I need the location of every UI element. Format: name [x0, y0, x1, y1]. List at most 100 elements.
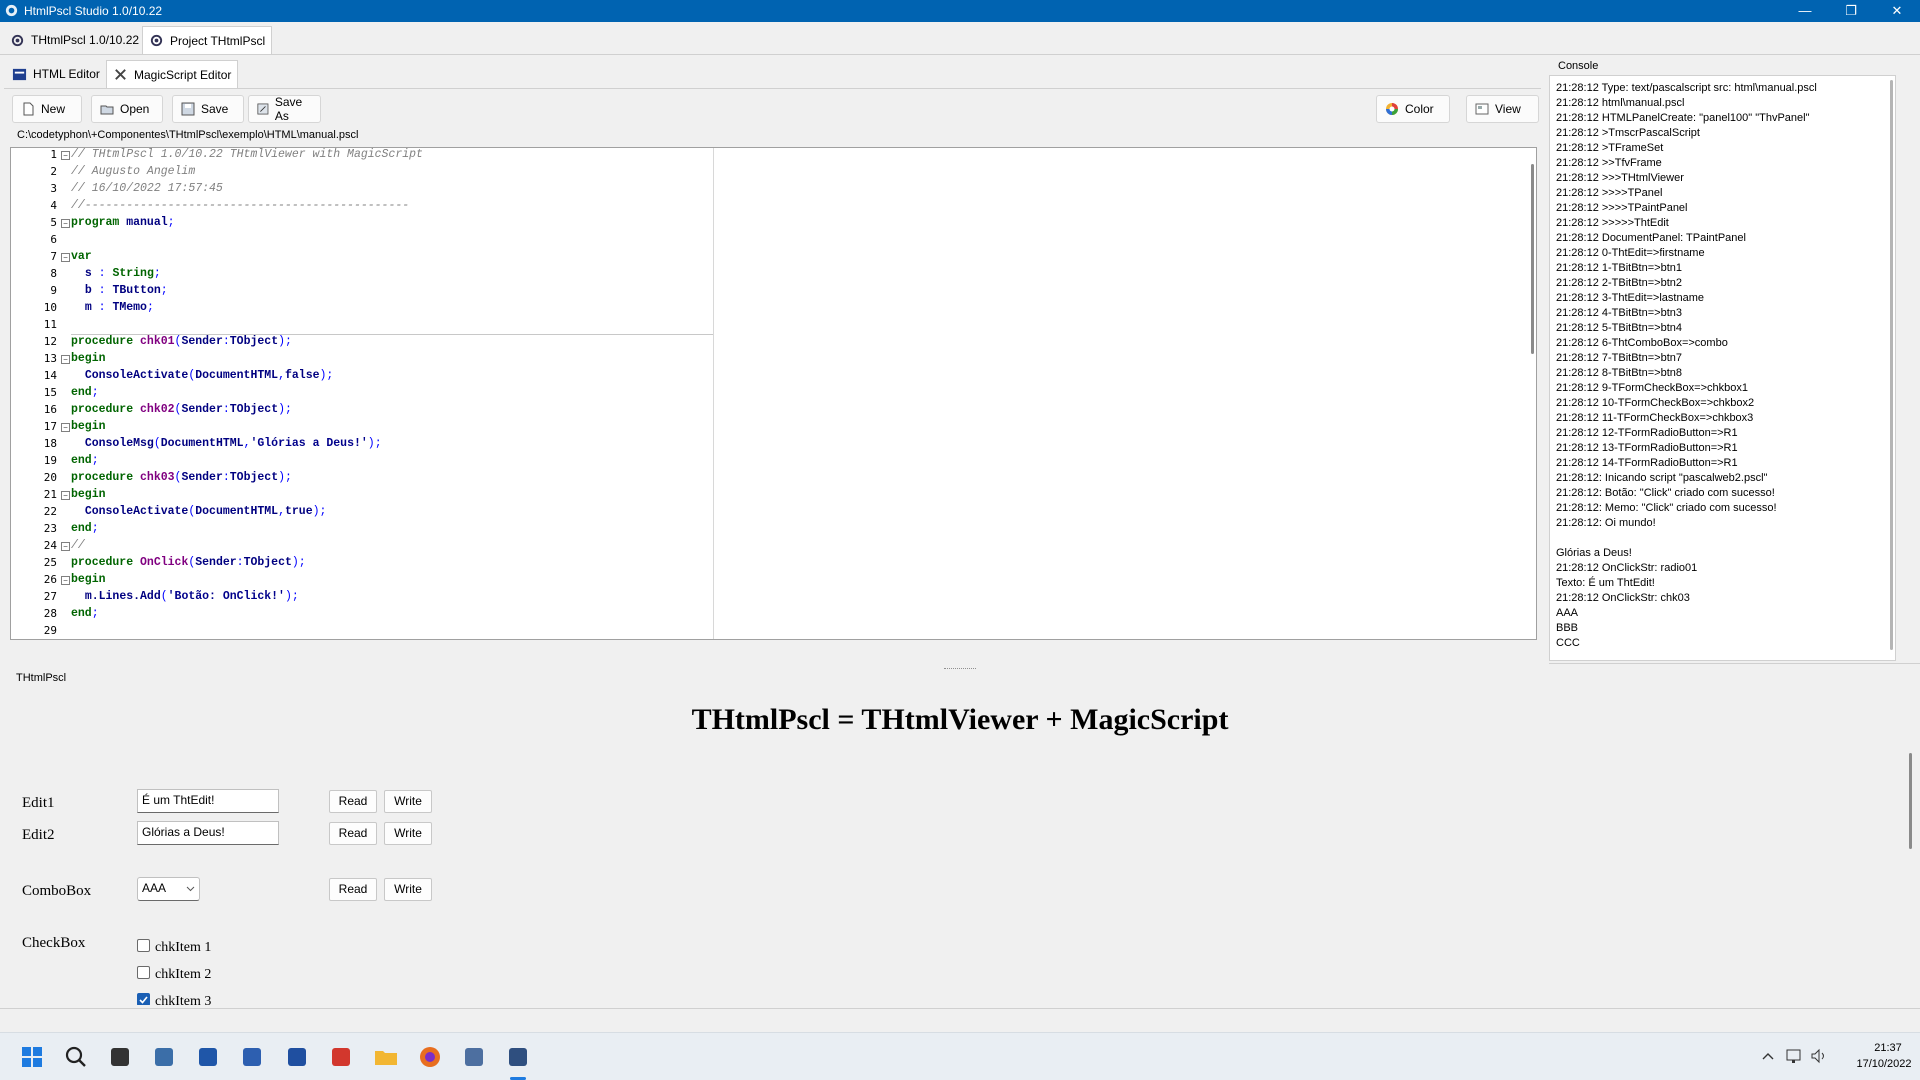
- line-number: 2: [50, 165, 57, 178]
- monitor-app-icon[interactable]: [148, 1041, 180, 1073]
- divider: [4, 88, 1541, 89]
- checkbox[interactable]: [137, 993, 150, 1005]
- close-button[interactable]: ✕: [1874, 0, 1920, 22]
- console-line: 21:28:12 4-TBitBtn=>btn3: [1556, 307, 1682, 319]
- line-number: 11: [43, 318, 57, 331]
- viewer-heading: THtmlPscl = THtmlViewer + MagicScript: [691, 703, 1229, 736]
- start-icon[interactable]: [16, 1041, 48, 1073]
- line-number: 5: [50, 216, 57, 229]
- combo-write-button[interactable]: Write: [384, 878, 432, 901]
- edit1-write-button[interactable]: Write: [384, 790, 432, 813]
- view-button[interactable]: View: [1466, 95, 1539, 123]
- edit2-input[interactable]: Glórias a Deus!: [137, 821, 279, 845]
- save-button[interactable]: Save: [172, 95, 244, 123]
- sync-app-icon[interactable]: [325, 1041, 357, 1073]
- code-line: m.Lines.Add('Botão: OnClick!');: [84, 590, 299, 603]
- fold-toggle-icon[interactable]: −: [61, 542, 70, 551]
- tab-label: MagicScript Editor: [134, 67, 232, 82]
- typhon-icon[interactable]: [458, 1041, 490, 1073]
- line-number: 20: [43, 471, 57, 484]
- color-button[interactable]: Color: [1376, 95, 1450, 123]
- edit1-read-button[interactable]: Read: [329, 790, 377, 813]
- notes-app-icon[interactable]: [192, 1041, 224, 1073]
- clock-time[interactable]: 21:37: [1862, 1042, 1914, 1054]
- console-scrollbar[interactable]: [1890, 80, 1893, 650]
- new-button[interactable]: New: [12, 95, 82, 123]
- gear-icon: [150, 34, 163, 47]
- code-line: ConsoleMsg(DocumentHTML,'Glórias a Deus!…: [84, 437, 382, 450]
- code-line: ConsoleActivate(DocumentHTML,true);: [84, 505, 327, 518]
- editor-app-icon[interactable]: [281, 1041, 313, 1073]
- edit1-input[interactable]: É um ThtEdit!: [137, 789, 279, 813]
- line-number: 27: [43, 590, 57, 603]
- tab-project-thtmlpscl[interactable]: Project THtmlPscl: [142, 26, 273, 54]
- view-icon: [1475, 103, 1489, 115]
- section-separator: [71, 334, 713, 335]
- checkbox[interactable]: [137, 966, 150, 979]
- html-viewer[interactable]: THtmlPscl = THtmlViewer + MagicScript Ed…: [4, 685, 1916, 1005]
- console-line: 21:28:12 >>>>TPaintPanel: [1556, 202, 1688, 214]
- edit2-label: Edit2: [22, 827, 55, 843]
- edit2-read-button[interactable]: Read: [329, 822, 377, 845]
- code-line: m : TMemo;: [84, 301, 154, 314]
- line-number: 28: [43, 607, 57, 620]
- code-editor[interactable]: 1 2 3 4 5 6 7 8 9 10 11 12 13 14 15 16 17 18 19 20 21 22 23 24 2…: [10, 147, 1537, 640]
- maximize-button[interactable]: ❐: [1828, 0, 1874, 22]
- fold-toggle-icon[interactable]: −: [61, 253, 70, 262]
- checkbox[interactable]: [137, 939, 150, 952]
- window-title: HtmlPscl Studio 1.0/10.22: [24, 4, 163, 18]
- title-bar: HtmlPscl Studio 1.0/10.22 — ❐ ✕: [0, 0, 1920, 22]
- clock-date[interactable]: 17/10/2022: [1852, 1058, 1916, 1070]
- code-line: procedure chk03(Sender:TObject);: [71, 471, 292, 484]
- fold-toggle-icon[interactable]: −: [61, 423, 70, 432]
- file-path: C:\codetyphon\+Componentes\THtmlPscl\exe…: [17, 129, 359, 141]
- tab-magicscript-editor[interactable]: MagicScript Editor: [106, 60, 239, 88]
- line-number: 4: [50, 199, 57, 212]
- fold-toggle-icon[interactable]: −: [61, 355, 70, 364]
- console-line: Texto: É um ThtEdit!: [1556, 577, 1655, 589]
- search-icon[interactable]: [60, 1041, 92, 1073]
- line-number: 1: [50, 148, 57, 161]
- console-line: 21:28:12 2-TBitBtn=>btn2: [1556, 277, 1682, 289]
- fold-toggle-icon[interactable]: −: [61, 151, 70, 160]
- code-line: begin: [71, 352, 106, 365]
- right-margin-line: [713, 148, 714, 639]
- console-line: 21:28:12 HTMLPanelCreate: "panel100" "Th…: [1556, 112, 1810, 124]
- edit2-write-button[interactable]: Write: [384, 822, 432, 845]
- task-view-icon[interactable]: [104, 1041, 136, 1073]
- tab-thtmlpscl[interactable]: THtmlPscl 1.0/10.22: [4, 28, 145, 52]
- console-line: Glórias a Deus!: [1556, 547, 1632, 559]
- network-icon[interactable]: [1785, 1047, 1803, 1065]
- splitter-handle[interactable]: [944, 668, 976, 670]
- fold-toggle-icon[interactable]: −: [61, 576, 70, 585]
- console-panel[interactable]: 21:28:12 Type: text/pascalscript src: ht…: [1549, 75, 1896, 661]
- line-number: 23: [43, 522, 57, 535]
- open-button[interactable]: Open: [91, 95, 163, 123]
- open-folder-icon: [100, 105, 114, 115]
- htmlpscl-icon[interactable]: [502, 1041, 534, 1073]
- editor-vertical-scrollbar[interactable]: [1531, 164, 1534, 354]
- fold-toggle-icon[interactable]: −: [61, 219, 70, 228]
- code-line: //: [71, 539, 85, 552]
- console-line: 21:28:12 14-TFormRadioButton=>R1: [1556, 457, 1738, 469]
- open-label: Open: [120, 102, 150, 116]
- folder-icon[interactable]: [370, 1041, 402, 1073]
- console-line: 21:28:12 DocumentPanel: TPaintPanel: [1556, 232, 1746, 244]
- combo-read-button[interactable]: Read: [329, 878, 377, 901]
- minimize-button[interactable]: —: [1782, 0, 1828, 22]
- html-icon: [12, 68, 27, 80]
- combobox[interactable]: AAA: [137, 877, 200, 901]
- viewer-vertical-scrollbar[interactable]: [1909, 753, 1912, 849]
- console-line: AAA: [1556, 607, 1579, 619]
- firefox-icon[interactable]: [414, 1041, 446, 1073]
- save-as-button[interactable]: Save As: [248, 95, 321, 123]
- edit1-label: Edit1: [22, 795, 55, 811]
- console-line: 21:28:12 8-TBitBtn=>btn8: [1556, 367, 1682, 379]
- store-icon[interactable]: [236, 1041, 268, 1073]
- fold-toggle-icon[interactable]: −: [61, 491, 70, 500]
- console-line: 21:28:12 13-TFormRadioButton=>R1: [1556, 442, 1738, 454]
- line-number: 24: [43, 539, 57, 552]
- chevron-up-icon[interactable]: [1762, 1051, 1774, 1061]
- volume-icon[interactable]: [1810, 1047, 1828, 1065]
- tab-html-editor[interactable]: HTML Editor: [6, 62, 106, 86]
